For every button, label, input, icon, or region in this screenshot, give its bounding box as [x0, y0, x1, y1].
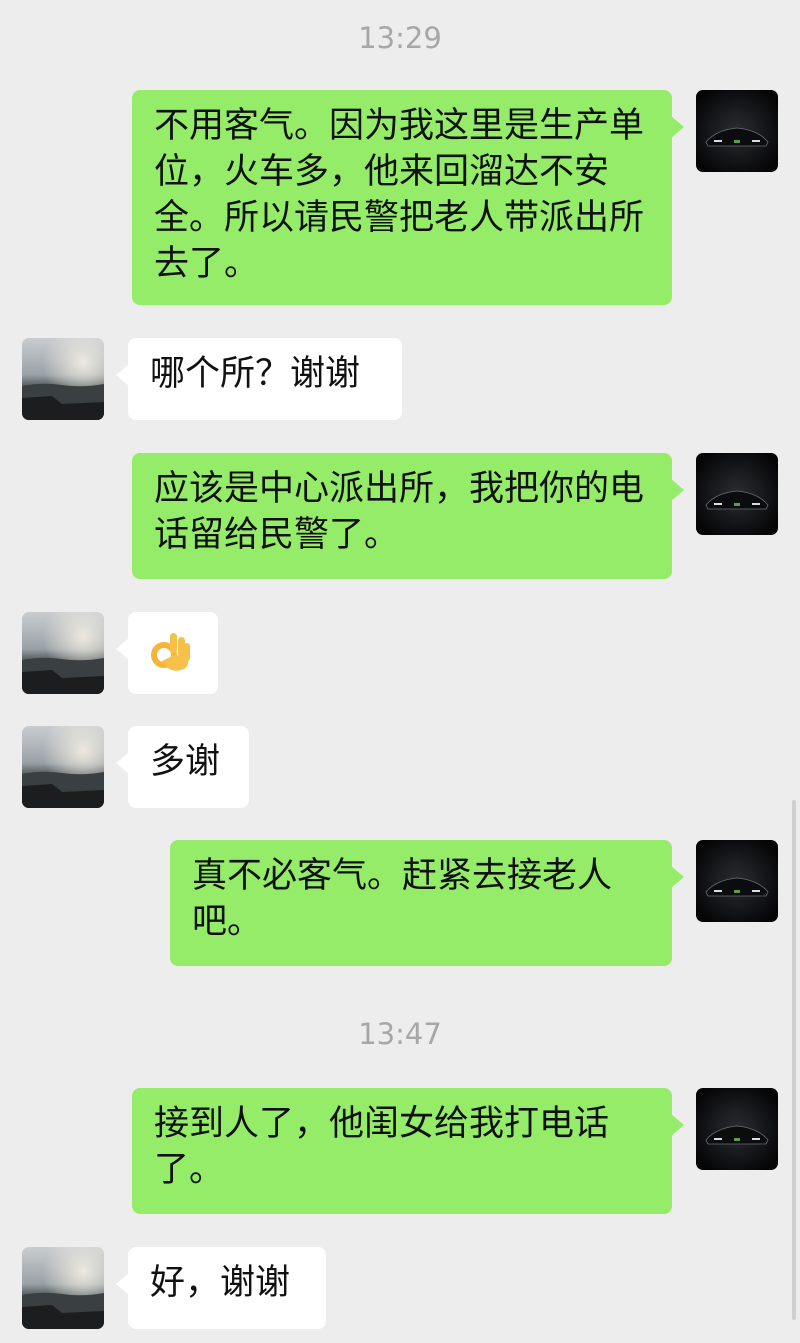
bubble-tail	[671, 866, 684, 888]
car-avatar[interactable]	[696, 90, 778, 172]
lake-avatar[interactable]	[22, 726, 104, 808]
lake-avatar[interactable]	[22, 338, 104, 420]
message-bubble[interactable]: 多谢	[116, 726, 249, 808]
bubble-tail	[671, 1114, 684, 1136]
message-bubble[interactable]	[116, 612, 218, 694]
bubble-tail	[116, 752, 129, 774]
bubble-tail	[116, 1273, 129, 1295]
lake-avatar[interactable]	[22, 1247, 104, 1329]
car-avatar[interactable]	[696, 840, 778, 922]
car-avatar[interactable]	[696, 453, 778, 535]
bubble-tail	[671, 116, 684, 138]
message-bubble[interactable]: 哪个所？谢谢	[116, 338, 402, 420]
bubble-tail	[116, 638, 129, 660]
timestamp: 13:47	[358, 1017, 442, 1051]
message-text: 接到人了，他闺女给我打电话了。	[154, 1104, 610, 1190]
message-text: 哪个所？谢谢	[150, 354, 361, 394]
lake-avatar[interactable]	[22, 612, 104, 694]
bubble-tail	[671, 479, 684, 501]
message-bubble[interactable]: 接到人了，他闺女给我打电话了。	[132, 1088, 684, 1214]
message-text: 好，谢谢	[150, 1263, 291, 1303]
car-avatar[interactable]	[696, 1088, 778, 1170]
bubble-tail	[116, 364, 129, 386]
message-text: 真不必客气。赶紧去接老人吧。	[192, 856, 613, 942]
timestamp: 13:29	[358, 21, 442, 55]
message-text: 不用客气。因为我这里是生产单位，火车多，他来回溜达不安全。所以请民警把老人带派出…	[154, 106, 645, 284]
message-text: 应该是中心派出所，我把你的电话留给民警了。	[154, 469, 645, 555]
message-bubble[interactable]: 应该是中心派出所，我把你的电话留给民警了。	[132, 453, 684, 579]
ok-hand-emoji-icon	[151, 633, 190, 671]
scrollbar[interactable]	[792, 800, 796, 1320]
message-bubble[interactable]: 真不必客气。赶紧去接老人吧。	[170, 840, 684, 966]
message-bubble[interactable]: 不用客气。因为我这里是生产单位，火车多，他来回溜达不安全。所以请民警把老人带派出…	[132, 90, 684, 305]
message-bubble[interactable]: 好，谢谢	[116, 1247, 326, 1329]
chat-window[interactable]: 13:29 不用客气。因为我这里是生产单位，火车多，他来回溜达不安全。所以请民警…	[0, 0, 800, 1343]
message-text: 多谢	[150, 742, 221, 782]
